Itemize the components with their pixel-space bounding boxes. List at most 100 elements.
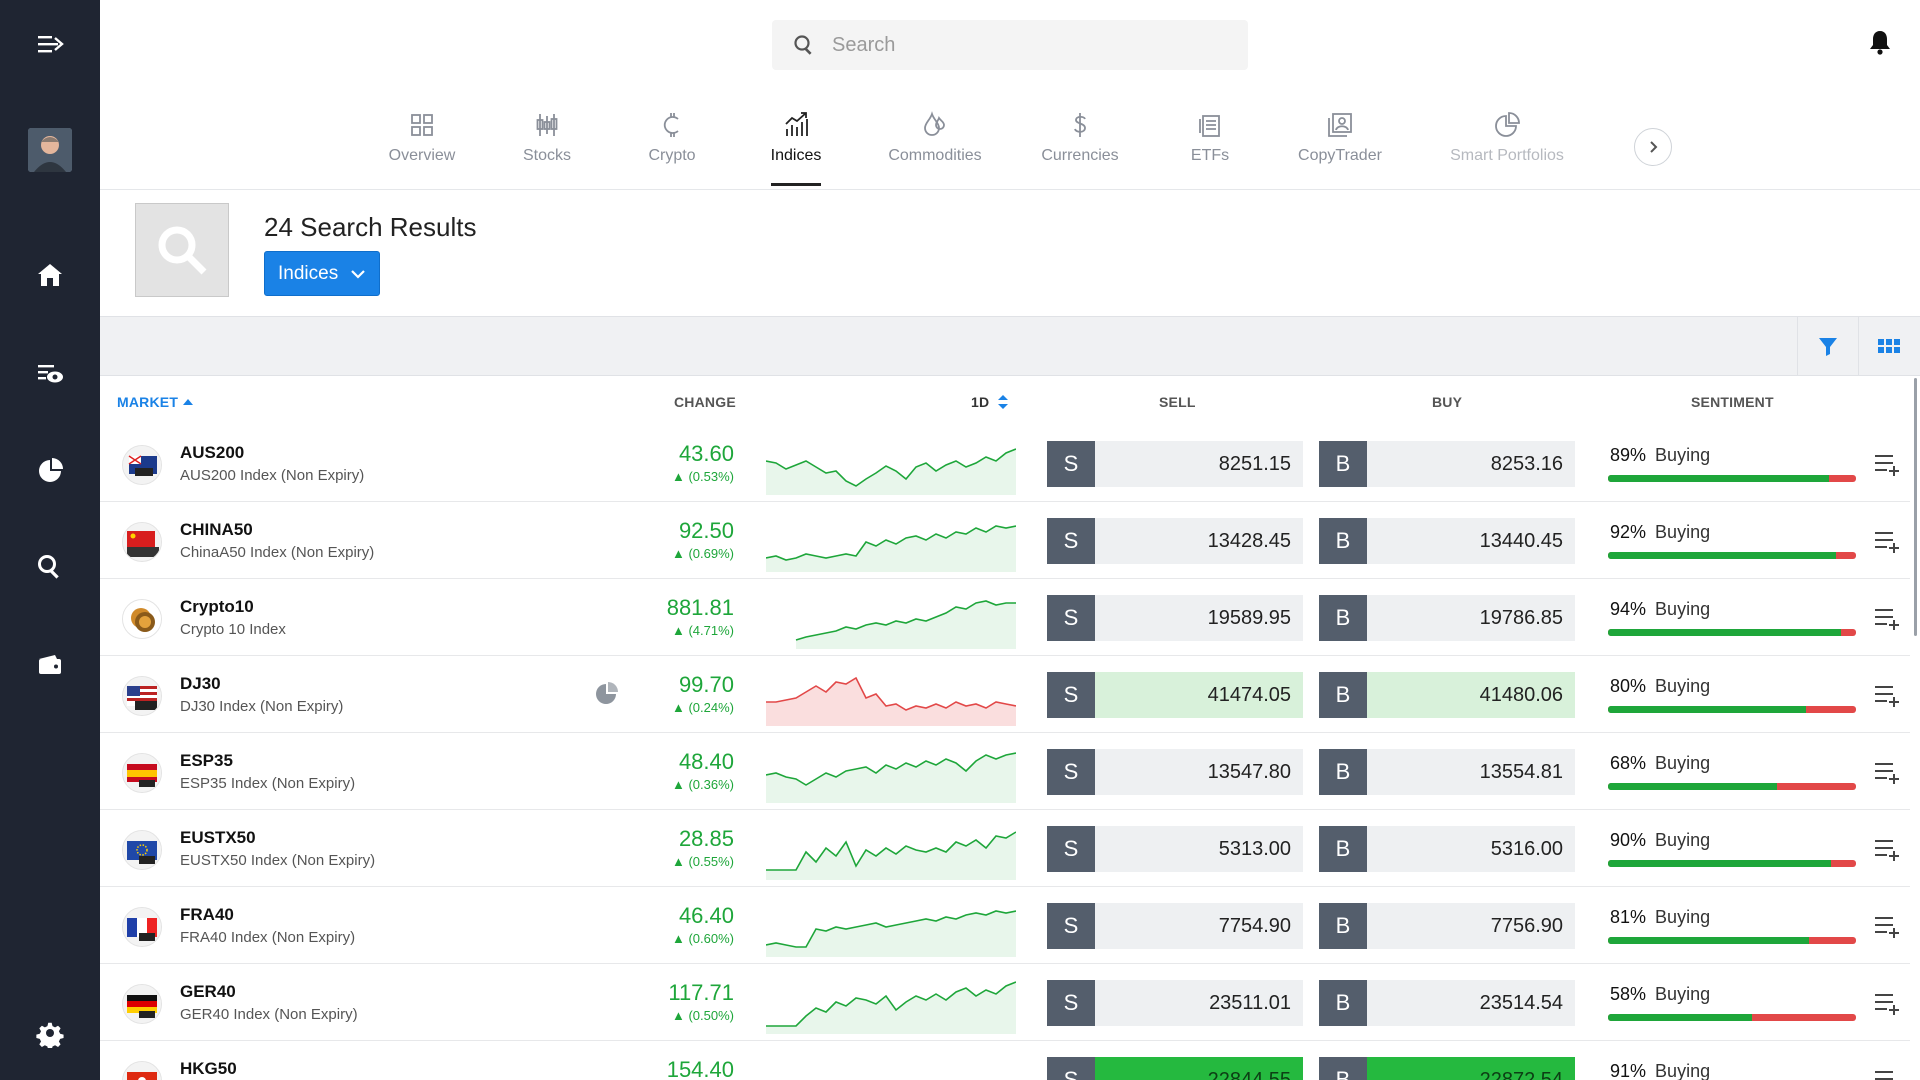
sell-button[interactable]: S [1047, 826, 1095, 872]
sort-toggle-icon [998, 395, 1009, 409]
portfolio-icon[interactable] [0, 441, 100, 501]
add-to-list-icon[interactable] [1873, 528, 1901, 554]
sell-price[interactable]: 19589.95 [1095, 595, 1303, 641]
tab-copytrader[interactable]: CopyTrader [1295, 100, 1385, 190]
category-filter-dropdown[interactable]: Indices [264, 251, 380, 296]
sentiment-bar-fill [1608, 783, 1777, 790]
search-input[interactable] [832, 33, 1232, 57]
sell-price[interactable]: 5313.00 [1095, 826, 1303, 872]
sell-button[interactable]: S [1047, 672, 1095, 718]
table-row[interactable]: ESP35 ESP35 Index (Non Expiry) 48.40 ▲ (0.3… [100, 733, 1910, 810]
buy-button[interactable]: B [1319, 672, 1367, 718]
sell-button[interactable]: S [1047, 749, 1095, 795]
table-row[interactable]: EUSTX50 EUSTX50 Index (Non Expiry) 28.85 ▲ … [100, 810, 1910, 887]
instrument-symbol[interactable]: ESP35 [180, 751, 233, 771]
tab-overview[interactable]: Overview [377, 100, 467, 190]
buy-price[interactable]: 19786.85 [1367, 595, 1575, 641]
tab-stocks[interactable]: Stocks [507, 100, 587, 190]
change-column-header[interactable]: CHANGE [674, 394, 736, 410]
sell-button[interactable]: S [1047, 518, 1095, 564]
add-to-list-icon[interactable] [1873, 759, 1901, 785]
add-to-list-icon[interactable] [1873, 451, 1901, 477]
table-row[interactable]: DJ30 DJ30 Index (Non Expiry) 99.70 ▲ (0.24%… [100, 656, 1910, 733]
change-value: 117.71 [668, 980, 734, 1005]
instrument-symbol[interactable]: DJ30 [180, 674, 221, 694]
notifications-bell-icon[interactable] [1866, 28, 1896, 58]
avatar[interactable] [28, 128, 72, 172]
buy-price[interactable]: 23514.54 [1367, 980, 1575, 1026]
tab-currencies[interactable]: Currencies [1035, 100, 1125, 190]
period-column-header[interactable]: 1D [971, 394, 1009, 410]
instrument-symbol[interactable]: EUSTX50 [180, 828, 256, 848]
table-row[interactable]: GER40 GER40 Index (Non Expiry) 117.71 ▲ (0.… [100, 964, 1910, 1041]
buy-button[interactable]: B [1319, 749, 1367, 795]
wallet-icon[interactable] [0, 635, 100, 695]
table-row[interactable]: HKG50 154.40 S 22844.55 B 22872.54 91% Buying [100, 1041, 1910, 1080]
sell-button[interactable]: S [1047, 595, 1095, 641]
sell-price[interactable]: 13428.45 [1095, 518, 1303, 564]
tab-label: CopyTrader [1298, 147, 1382, 164]
add-to-list-icon[interactable] [1873, 990, 1901, 1016]
tabs-next-chevron-icon[interactable] [1634, 128, 1672, 166]
sparkline-chart [766, 676, 1016, 726]
add-to-list-icon[interactable] [1873, 836, 1901, 862]
home-icon[interactable] [0, 245, 100, 305]
sell-button[interactable]: S [1047, 441, 1095, 487]
filter-icon[interactable] [1797, 317, 1857, 375]
table-row[interactable]: FRA40 FRA40 Index (Non Expiry) 46.40 ▲ (0.6… [100, 887, 1910, 964]
table-row[interactable]: CHINA50 ChinaA50 Index (Non Expiry) 92.50 ▲… [100, 502, 1910, 579]
tab-indices[interactable]: Indices [771, 100, 821, 190]
sell-price[interactable]: 23511.01 [1095, 980, 1303, 1026]
buy-price[interactable]: 5316.00 [1367, 826, 1575, 872]
search-bar[interactable] [772, 20, 1248, 70]
sparkline-chart [766, 448, 1016, 495]
buy-price[interactable]: 13554.81 [1367, 749, 1575, 795]
settings-gear-icon[interactable] [0, 1003, 100, 1063]
buy-button[interactable]: B [1319, 980, 1367, 1026]
buy-price[interactable]: 13440.45 [1367, 518, 1575, 564]
sell-button[interactable]: S [1047, 1057, 1095, 1080]
instrument-symbol[interactable]: FRA40 [180, 905, 234, 925]
buy-button[interactable]: B [1319, 441, 1367, 487]
buy-price[interactable]: 41480.06 [1367, 672, 1575, 718]
tab-crypto[interactable]: Crypto [632, 100, 712, 190]
instrument-symbol[interactable]: AUS200 [180, 443, 244, 463]
add-to-list-icon[interactable] [1873, 605, 1901, 631]
tab-etfs[interactable]: ETFs [1185, 100, 1235, 190]
add-to-list-icon[interactable] [1873, 913, 1901, 939]
buy-button[interactable]: B [1319, 826, 1367, 872]
table-row[interactable]: AUS200 AUS200 Index (Non Expiry) 43.60 ▲ (0… [100, 425, 1910, 502]
instrument-symbol[interactable]: CHINA50 [180, 520, 253, 540]
dollar-icon [1065, 110, 1095, 140]
buy-button[interactable]: B [1319, 518, 1367, 564]
sell-button[interactable]: S [1047, 903, 1095, 949]
buy-button[interactable]: B [1319, 595, 1367, 641]
tab-smart-portfolios[interactable]: Smart Portfolios [1442, 100, 1572, 190]
instrument-symbol[interactable]: GER40 [180, 982, 236, 1002]
add-to-list-icon[interactable] [1873, 682, 1901, 708]
buy-price[interactable]: 8253.16 [1367, 441, 1575, 487]
watchlist-icon[interactable] [0, 344, 100, 404]
buy-button[interactable]: B [1319, 903, 1367, 949]
scrollbar[interactable] [1914, 378, 1917, 636]
collapse-menu-icon[interactable] [0, 14, 100, 74]
sell-price[interactable]: 13547.80 [1095, 749, 1303, 795]
buy-price[interactable]: 7756.90 [1367, 903, 1575, 949]
instrument-symbol[interactable]: Crypto10 [180, 597, 254, 617]
buy-price[interactable]: 22872.54 [1367, 1057, 1575, 1080]
buy-button[interactable]: B [1319, 1057, 1367, 1080]
sell-price[interactable]: 41474.05 [1095, 672, 1303, 718]
sell-price[interactable]: 8251.15 [1095, 441, 1303, 487]
sell-price[interactable]: 7754.90 [1095, 903, 1303, 949]
table-row[interactable]: Crypto10 Crypto 10 Index 881.81 ▲ (4.71%) S 1… [100, 579, 1910, 656]
tab-commodities[interactable]: Commodities [885, 100, 985, 190]
add-to-list-icon[interactable] [1873, 1067, 1901, 1080]
market-column-header[interactable]: MARKET [117, 394, 194, 410]
instrument-symbol[interactable]: HKG50 [180, 1059, 237, 1079]
discover-search-icon[interactable] [0, 537, 100, 597]
sell-price[interactable]: 22844.55 [1095, 1057, 1303, 1080]
instrument-flag-icon [122, 830, 162, 870]
grid-view-icon[interactable] [1858, 317, 1918, 375]
sell-button[interactable]: S [1047, 980, 1095, 1026]
pie-chart-icon[interactable] [594, 681, 620, 707]
